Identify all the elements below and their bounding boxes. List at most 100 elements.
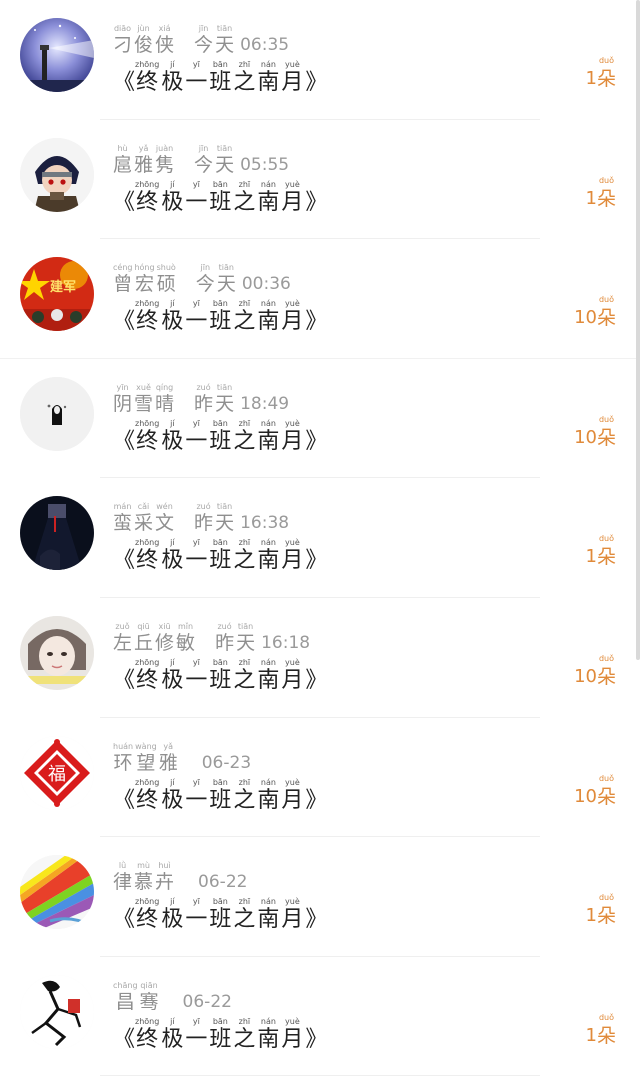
time-text: 16:38: [240, 513, 290, 534]
pinyin: zhī: [238, 179, 251, 189]
sender-name[interactable]: lǜ 律 mù 慕 huì 卉: [113, 861, 176, 893]
work-title[interactable]: 《 zhōng 终 jí 极 yī 一 bān 班 zhī 之 nán 南 yuè 月》: [113, 778, 327, 814]
pinyin: zhī: [238, 60, 251, 69]
list-item[interactable]: lǜ 律 mù 慕 huì 卉 06-22 《 zhōng 终 jí 极 yī 一 bān 班 zhī 之 nán 南…: [0, 837, 640, 957]
sender-name[interactable]: diāo 刁 jùn 俊 xiá 侠: [113, 24, 176, 56]
pinyin: zhōng: [135, 179, 160, 189]
ruby-char: yuè 月: [281, 658, 303, 694]
hanzi: 卉: [155, 871, 175, 894]
list-item[interactable]: hù 扈 yǎ 雅 juàn 隽 jīn 今 tiān 天 05:55 《 zhōng 终 jí 极 yī 一 bā…: [0, 120, 640, 240]
hanzi: 蛮: [113, 512, 133, 535]
hanzi: 南: [257, 667, 280, 693]
pinyin: bān: [212, 777, 228, 787]
ruby-char: bān 班: [209, 658, 231, 694]
ruby-char: jīn 今: [196, 263, 215, 295]
list-item[interactable]: yīn 阴 xuě 雪 qíng 晴 zuó 昨 tiān 天 18:49 《 zhōng 终 jí 极 yī 一…: [0, 359, 640, 479]
ruby-char: bān 班: [209, 60, 231, 96]
hanzi: 雪: [134, 392, 154, 415]
work-title[interactable]: 《 zhōng 终 jí 极 yī 一 bān 班 zhī 之 nán 南 yuè 月》: [113, 658, 327, 694]
list-item[interactable]: mán 蛮 cǎi 采 wén 文 zuó 昨 tiān 天 16:38 《 zhōng 终 jí 极 yī 一 b…: [0, 478, 640, 598]
ruby-char: duǒ 朵: [597, 1013, 616, 1049]
ruby-char: nán 南: [257, 538, 279, 574]
pinyin: lǜ: [118, 861, 127, 871]
hanzi: 骞: [139, 990, 159, 1013]
list-item[interactable]: zuǒ 左 qiū 丘 xiū 修 mǐn 敏 zuó 昨 tiān 天 16:18 《 zhōng 终 jí 极…: [0, 598, 640, 718]
work-title[interactable]: 《 zhōng 终 jí 极 yī 一 bān 班 zhī 之 nán 南 yuè 月》: [113, 299, 327, 335]
pinyin: bān: [212, 538, 228, 548]
pinyin: tiān: [216, 143, 233, 153]
sender-name[interactable]: céng 曾 hóng 宏 shuò 硕: [113, 263, 178, 295]
ruby-char: nán 南: [257, 778, 279, 814]
hanzi: 隽: [155, 153, 175, 176]
hanzi: 极: [161, 70, 184, 95]
hanzi: 南: [257, 70, 280, 95]
ruby-char: zhī 之: [233, 778, 255, 814]
ruby-char: hóng 宏: [134, 263, 154, 295]
avatar[interactable]: [20, 496, 94, 571]
avatar[interactable]: [20, 137, 94, 212]
ruby-char: zhōng 终: [135, 60, 159, 96]
work-title[interactable]: 《 zhōng 终 jí 极 yī 一 bān 班 zhī 之 nán 南 yuè 月》: [113, 897, 327, 933]
avatar[interactable]: 建军: [20, 257, 94, 332]
sender-name[interactable]: yīn 阴 xuě 雪 qíng 晴: [113, 383, 176, 415]
hanzi: 一: [185, 309, 208, 335]
list-item[interactable]: 福 huán 环 wàng 望 yǎ 雅 06-23 《 zhōng 终 jí 极 yī 一 bān 班 zhī 之…: [0, 718, 640, 838]
ruby-char: duǒ 朵: [597, 893, 616, 929]
ruby-char: qiū 丘: [134, 622, 153, 654]
avatar[interactable]: 福: [20, 735, 94, 810]
ruby-char: bān 班: [209, 538, 231, 574]
open-bracket: 《: [113, 70, 136, 95]
flower-count: 10 duǒ 朵: [574, 295, 618, 331]
sender-name[interactable]: zuǒ 左 qiū 丘 xiū 修 mǐn 敏: [113, 622, 197, 654]
hanzi: 朵: [596, 546, 616, 569]
list-item[interactable]: chāng 昌 qiān 骞 06-22 《 zhōng 终 jí 极 yī 一 bān 班 zhī 之 nán…: [0, 957, 640, 1076]
hanzi: 天: [215, 512, 235, 535]
avatar[interactable]: [20, 18, 94, 92]
hanzi: 文: [155, 512, 175, 535]
ruby-char: yī 一: [185, 419, 207, 455]
avatar[interactable]: [20, 855, 94, 930]
sender-meta: zuǒ 左 qiū 丘 xiū 修 mǐn 敏 zuó 昨 tiān 天 16:18: [113, 622, 310, 654]
sender-name[interactable]: huán 环 wàng 望 yǎ 雅: [113, 742, 180, 774]
time-text: 16:18: [261, 632, 311, 653]
pinyin: qiū: [137, 621, 150, 631]
time-text: 06-23: [201, 752, 252, 773]
pinyin: duǒ: [598, 534, 615, 544]
hanzi: 终: [136, 787, 159, 813]
hanzi: 昨: [194, 512, 214, 535]
list-item[interactable]: diāo 刁 jùn 俊 xiá 侠 jīn 今 tiān 天 06:35 《 zhōng 终 jí 极 yī 一…: [0, 0, 640, 120]
work-title[interactable]: 《 zhōng 终 jí 极 yī 一 bān 班 zhī 之 nán 南 yuè 月》: [113, 180, 327, 216]
work-title[interactable]: 《 zhōng 终 jí 极 yī 一 bān 班 zhī 之 nán 南 yuè 月》: [113, 1017, 327, 1053]
pinyin: yǎ: [138, 143, 149, 153]
work-title[interactable]: 《 zhōng 终 jí 极 yī 一 bān 班 zhī 之 nán 南 yuè 月》: [113, 419, 327, 455]
hanzi: 朵: [596, 187, 616, 210]
pinyin: zhōng: [135, 1016, 160, 1026]
sender-name[interactable]: chāng 昌 qiān 骞: [113, 981, 161, 1013]
scrollbar[interactable]: [636, 0, 640, 660]
sender-meta: mán 蛮 cǎi 采 wén 文 zuó 昨 tiān 天 16:38: [113, 502, 289, 534]
sender-name[interactable]: mán 蛮 cǎi 采 wén 文: [113, 502, 176, 534]
hanzi: 一: [185, 907, 208, 933]
work-title[interactable]: 《 zhōng 终 jí 极 yī 一 bān 班 zhī 之 nán 南 yuè 月》: [113, 60, 327, 96]
ruby-char: xuě 雪: [134, 383, 153, 415]
pinyin: duǒ: [598, 893, 615, 903]
sender-name[interactable]: hù 扈 yǎ 雅 juàn 隽: [113, 144, 176, 176]
open-bracket: 《: [113, 189, 136, 215]
work-title[interactable]: 《 zhōng 终 jí 极 yī 一 bān 班 zhī 之 nán 南 yuè 月》: [113, 538, 327, 574]
ruby-char: duǒ 朵: [597, 56, 616, 92]
pinyin: jí: [170, 657, 175, 667]
ruby-char: diāo 刁: [113, 24, 132, 56]
ruby-char: zhī 之: [233, 180, 255, 216]
hanzi: 天: [215, 392, 235, 415]
avatar[interactable]: [20, 615, 94, 690]
avatar[interactable]: [20, 376, 94, 451]
hanzi: 一: [185, 428, 208, 454]
hanzi: 极: [161, 428, 184, 454]
ruby-char: zhī 之: [233, 1017, 255, 1053]
pinyin: huì: [158, 861, 171, 871]
list-item[interactable]: 建军 céng 曾 hóng 宏 shuò 硕 jīn 今 tiān 天 00:36 《 zhōng 终 jí…: [0, 239, 640, 359]
avatar[interactable]: [20, 974, 94, 1049]
pinyin: xuě: [136, 382, 151, 392]
ruby-char: chāng 昌: [113, 981, 138, 1013]
ruby-char: nán 南: [257, 180, 279, 216]
